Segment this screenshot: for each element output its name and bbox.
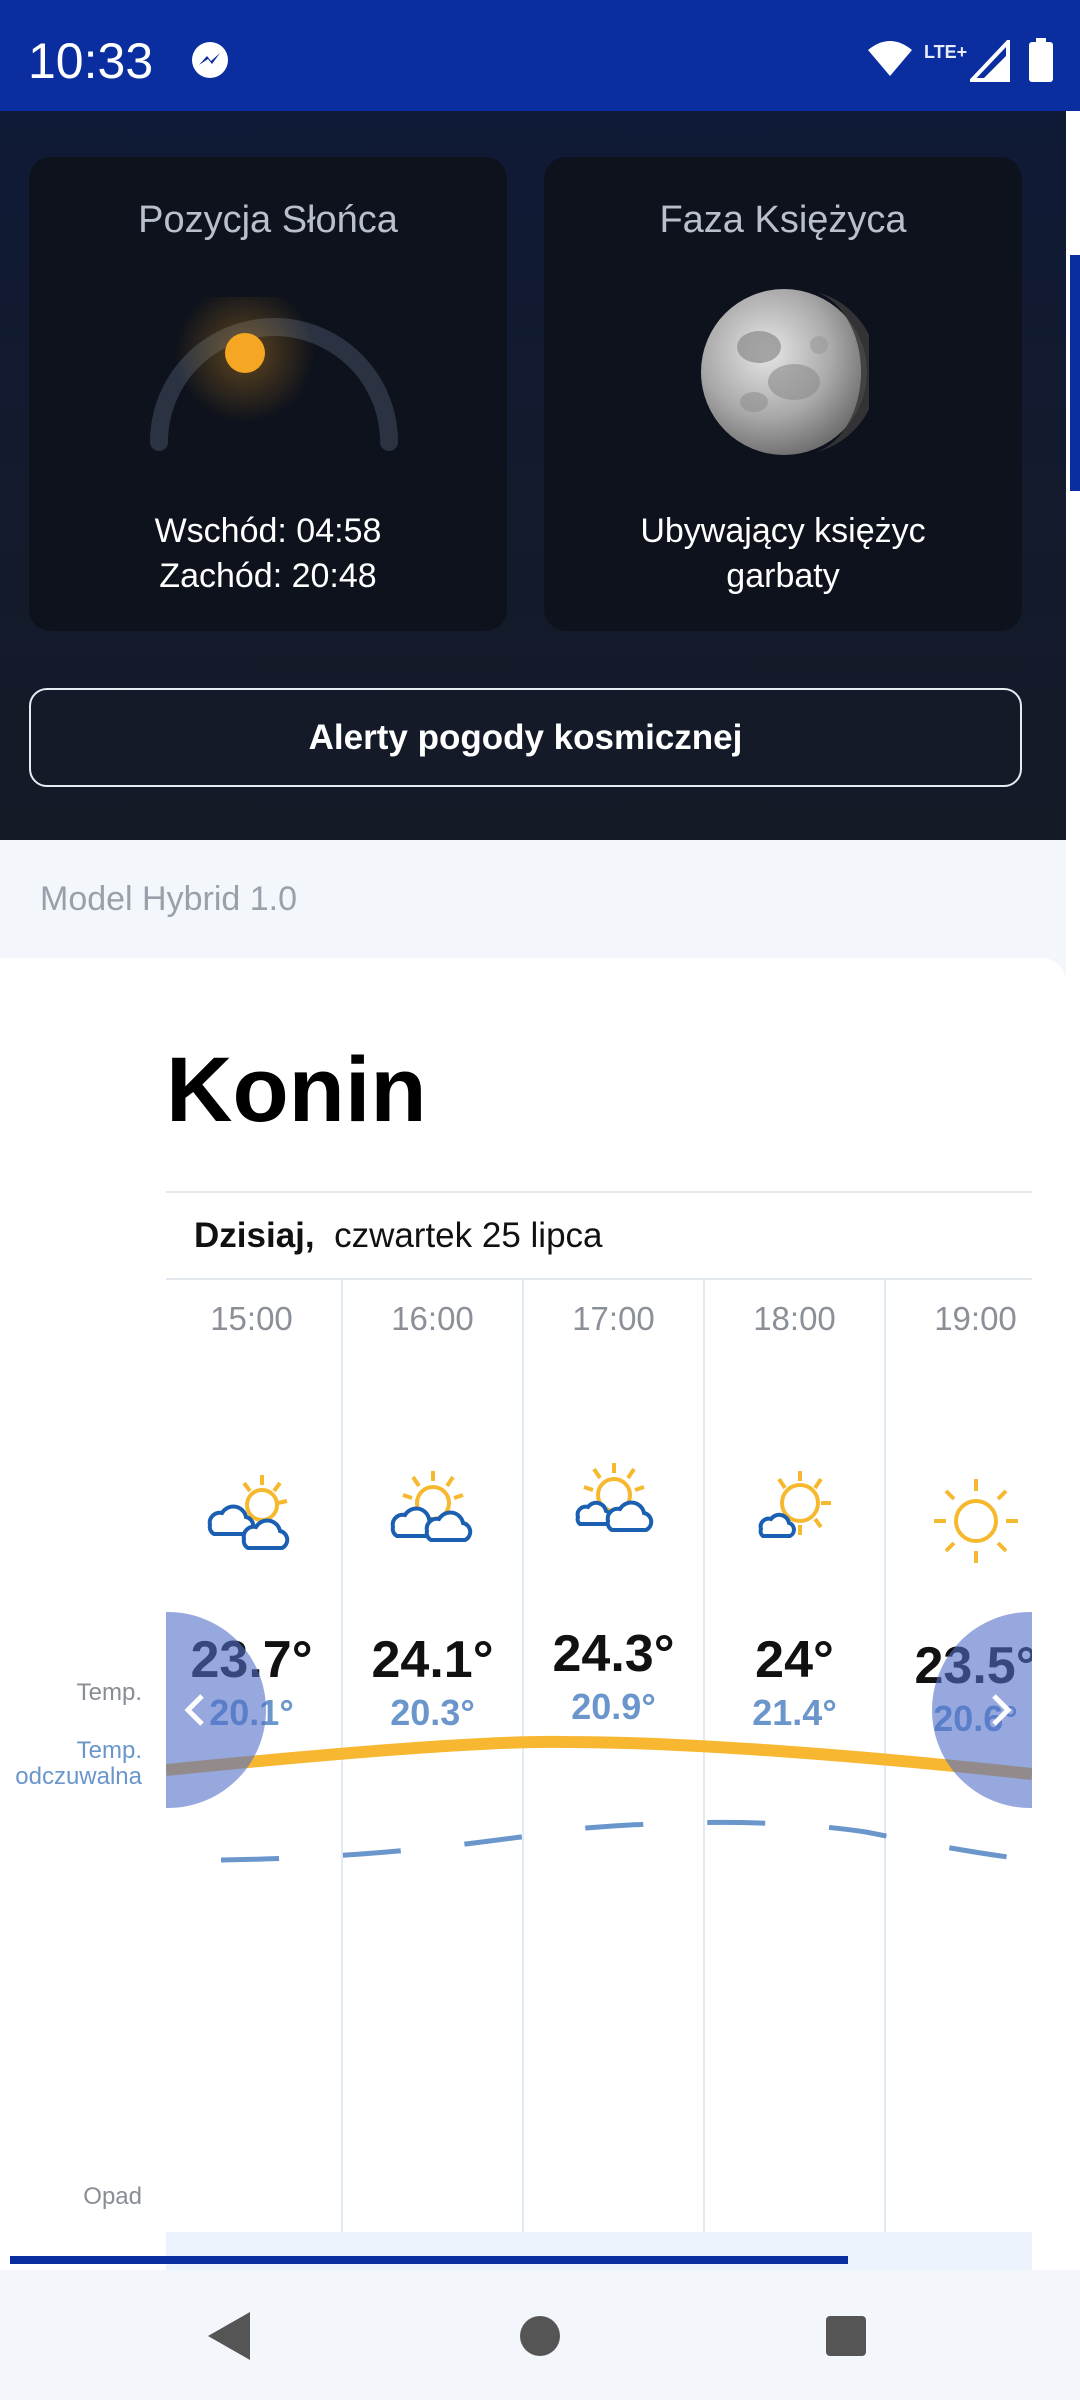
- hour-label: 16:00: [391, 1300, 474, 1337]
- chevron-right-icon: [992, 1694, 1012, 1726]
- day-label: Dzisiaj,: [194, 1216, 315, 1255]
- sun-position-card[interactable]: Pozycja Słońca Wschód: 04:58 Zachód: 20:…: [29, 157, 507, 631]
- model-label: Model Hybrid 1.0: [40, 880, 298, 918]
- moon-phase-line1: Ubywający księżyc: [640, 512, 926, 550]
- hour-column: 18:00 24° 21.4°: [705, 1280, 886, 2270]
- feels-like-temperature: 21.4°: [752, 1692, 837, 1733]
- divider: [166, 1191, 1032, 1193]
- temperature: 24.3°: [552, 1625, 675, 1683]
- forecast-card: Konin Dzisiaj, czwartek 25 lipca 15:00 2…: [0, 958, 1066, 2270]
- scroll-progress-bar: [10, 2256, 848, 2264]
- home-icon[interactable]: [520, 2316, 560, 2356]
- temperature: 24.1°: [371, 1631, 494, 1689]
- hour-label: 17:00: [572, 1300, 655, 1337]
- system-navigation-bar: [0, 2270, 1080, 2400]
- precipitation-band: [166, 2232, 1032, 2270]
- sunrise-time: Wschód: 04:58: [154, 512, 382, 550]
- scrollbar-thumb[interactable]: [1070, 255, 1080, 491]
- back-icon[interactable]: [206, 2310, 252, 2362]
- moon-phase-card[interactable]: Faza Księżyca Ubywający księżyc garbaty: [544, 157, 1022, 631]
- hour-label: 15:00: [210, 1300, 293, 1337]
- messenger-icon: [192, 42, 228, 78]
- sun-small-cloud-icon: [758, 1471, 831, 1538]
- moon-card-title: Faza Księżyca: [659, 199, 907, 241]
- status-time: 10:33: [28, 33, 154, 89]
- feels-like-temperature: 20.9°: [571, 1686, 656, 1727]
- recent-apps-icon[interactable]: [826, 2316, 866, 2356]
- sun-two-clouds-icon: [207, 1475, 289, 1550]
- sun-two-clouds-icon: [390, 1471, 472, 1542]
- sun-card-title: Pozycja Słońca: [138, 199, 398, 241]
- feels-like-temperature: 20.3°: [390, 1692, 475, 1733]
- moon-phase-line2: garbaty: [726, 557, 840, 595]
- battery-icon: [1029, 38, 1053, 82]
- status-bar: 10:33 LTE+: [0, 0, 1080, 111]
- space-weather-section: Pozycja Słońca Wschód: 04:58 Zachód: 20:…: [0, 111, 1066, 840]
- date-label: czwartek 25 lipca: [334, 1216, 603, 1255]
- chevron-left-icon: [184, 1694, 204, 1726]
- wifi-icon: [868, 41, 912, 76]
- temp-row-label: Temp.: [76, 1679, 142, 1706]
- city-name: Konin: [166, 1039, 427, 1141]
- space-weather-alerts-button[interactable]: Alerty pogody kosmicznej: [29, 688, 1022, 787]
- hourly-forecast-grid[interactable]: 15:00 23.7° 20.1° 16:00 24.1° 20.3° 17:0…: [166, 1278, 1032, 2270]
- hour-column: 16:00 24.1° 20.3°: [343, 1280, 524, 2270]
- feels-like-label-line1: Temp.: [76, 1737, 142, 1764]
- sun-arc-icon: [150, 297, 398, 451]
- moon-phase-text: Ubywający księżyc garbaty: [574, 509, 992, 599]
- feels-like-row-label: Temp. odczuwalna: [15, 1738, 142, 1790]
- hour-label: 19:00: [934, 1300, 1017, 1337]
- sun-times: Wschód: 04:58 Zachód: 20:48: [29, 509, 507, 599]
- sun-two-clouds-icon: [575, 1463, 653, 1532]
- sun-icon: [933, 1479, 1018, 1563]
- hour-column: 17:00 24.3° 20.9°: [524, 1280, 705, 2270]
- moon-icon: [701, 289, 869, 455]
- temperature: 24°: [755, 1631, 834, 1689]
- date-row: Dzisiaj, czwartek 25 lipca: [194, 1216, 603, 1256]
- hour-label: 18:00: [753, 1300, 836, 1337]
- network-label: LTE+: [924, 42, 968, 62]
- signal-icon: [970, 40, 1010, 82]
- sunset-time: Zachód: 20:48: [159, 557, 377, 595]
- feels-like-label-line2: odczuwalna: [15, 1763, 142, 1790]
- precipitation-row-label: Opad: [83, 2183, 142, 2210]
